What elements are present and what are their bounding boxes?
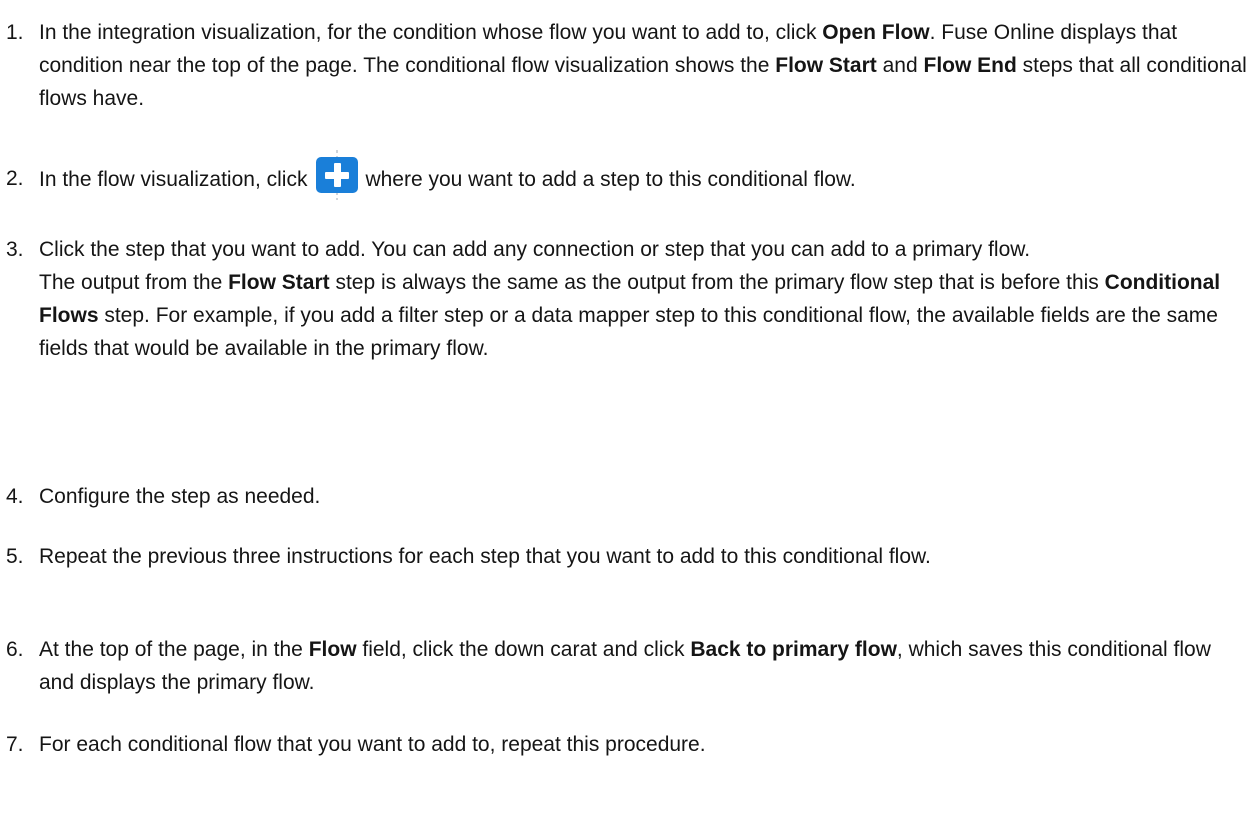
step-4: 4. Configure the step as needed.	[0, 480, 1258, 513]
text-run: In the flow visualization, click	[39, 168, 308, 191]
text-run: Configure the step as needed.	[39, 485, 321, 508]
text-run: where you want to add a step to this con…	[365, 168, 856, 191]
step-number: 7.	[6, 733, 24, 756]
text-run: At the top of the page, in the	[39, 638, 309, 661]
step-number: 1.	[6, 21, 24, 44]
step-content: Click the step that you want to add. You…	[39, 233, 1249, 365]
ui-term-flow: Flow	[308, 638, 357, 661]
step-1: 1. In the integration visualization, for…	[0, 16, 1258, 115]
step-number: 5.	[6, 545, 24, 568]
text-run: and	[876, 54, 924, 77]
step-2: 2. In the flow visualization, click where…	[0, 150, 1258, 200]
step-6: 6. At the top of the page, in the Flow f…	[0, 633, 1258, 699]
step-3: 3. Click the step that you want to add. …	[0, 233, 1258, 365]
step-7: 7. For each conditional flow that you wa…	[0, 728, 1258, 761]
ui-term-open-flow: Open Flow	[822, 21, 930, 44]
text-run: Click the step that you want to add. You…	[39, 238, 1031, 261]
step-number: 2.	[6, 167, 24, 190]
ui-term-back-to-primary-flow: Back to primary flow	[690, 638, 897, 661]
step-text: Configure the step as needed.	[39, 480, 1249, 513]
step-note: The output from the Flow Start step is a…	[39, 266, 1249, 365]
plus-box	[316, 157, 359, 193]
step-content: Repeat the previous three instructions f…	[39, 540, 1249, 573]
add-step-plus-icon	[315, 150, 359, 200]
step-content: Configure the step as needed.	[39, 480, 1249, 513]
step-number: 3.	[6, 238, 24, 261]
text-run: field, click the down carat and click	[356, 638, 691, 661]
step-content: In the flow visualization, click where yo…	[39, 150, 1249, 200]
step-content: For each conditional flow that you want …	[39, 728, 1249, 761]
step-text: Repeat the previous three instructions f…	[39, 540, 1249, 573]
step-content: In the integration visualization, for th…	[39, 16, 1249, 115]
text-run: step. For example, if you add a filter s…	[39, 304, 1218, 360]
text-run: Repeat the previous three instructions f…	[39, 545, 931, 568]
step-number: 6.	[6, 638, 24, 661]
ui-term-flow-end: Flow End	[923, 54, 1017, 77]
text-run: step is always the same as the output fr…	[329, 271, 1105, 294]
ui-term-flow-start: Flow Start	[228, 271, 330, 294]
step-5: 5. Repeat the previous three instruction…	[0, 540, 1258, 573]
step-content: At the top of the page, in the Flow fiel…	[39, 633, 1249, 699]
step-text: At the top of the page, in the Flow fiel…	[39, 633, 1249, 699]
step-text: For each conditional flow that you want …	[39, 728, 1249, 761]
text-run: For each conditional flow that you want …	[39, 733, 706, 756]
step-text: In the flow visualization, click where yo…	[39, 150, 1249, 200]
step-text: Click the step that you want to add. You…	[39, 233, 1249, 266]
text-run: In the integration visualization, for th…	[39, 21, 823, 44]
step-text: In the integration visualization, for th…	[39, 16, 1249, 115]
ui-term-flow-start: Flow Start	[775, 54, 877, 77]
text-run: The output from the	[39, 271, 229, 294]
step-number: 4.	[6, 485, 24, 508]
document: 1. In the integration visualization, for…	[0, 0, 1258, 830]
